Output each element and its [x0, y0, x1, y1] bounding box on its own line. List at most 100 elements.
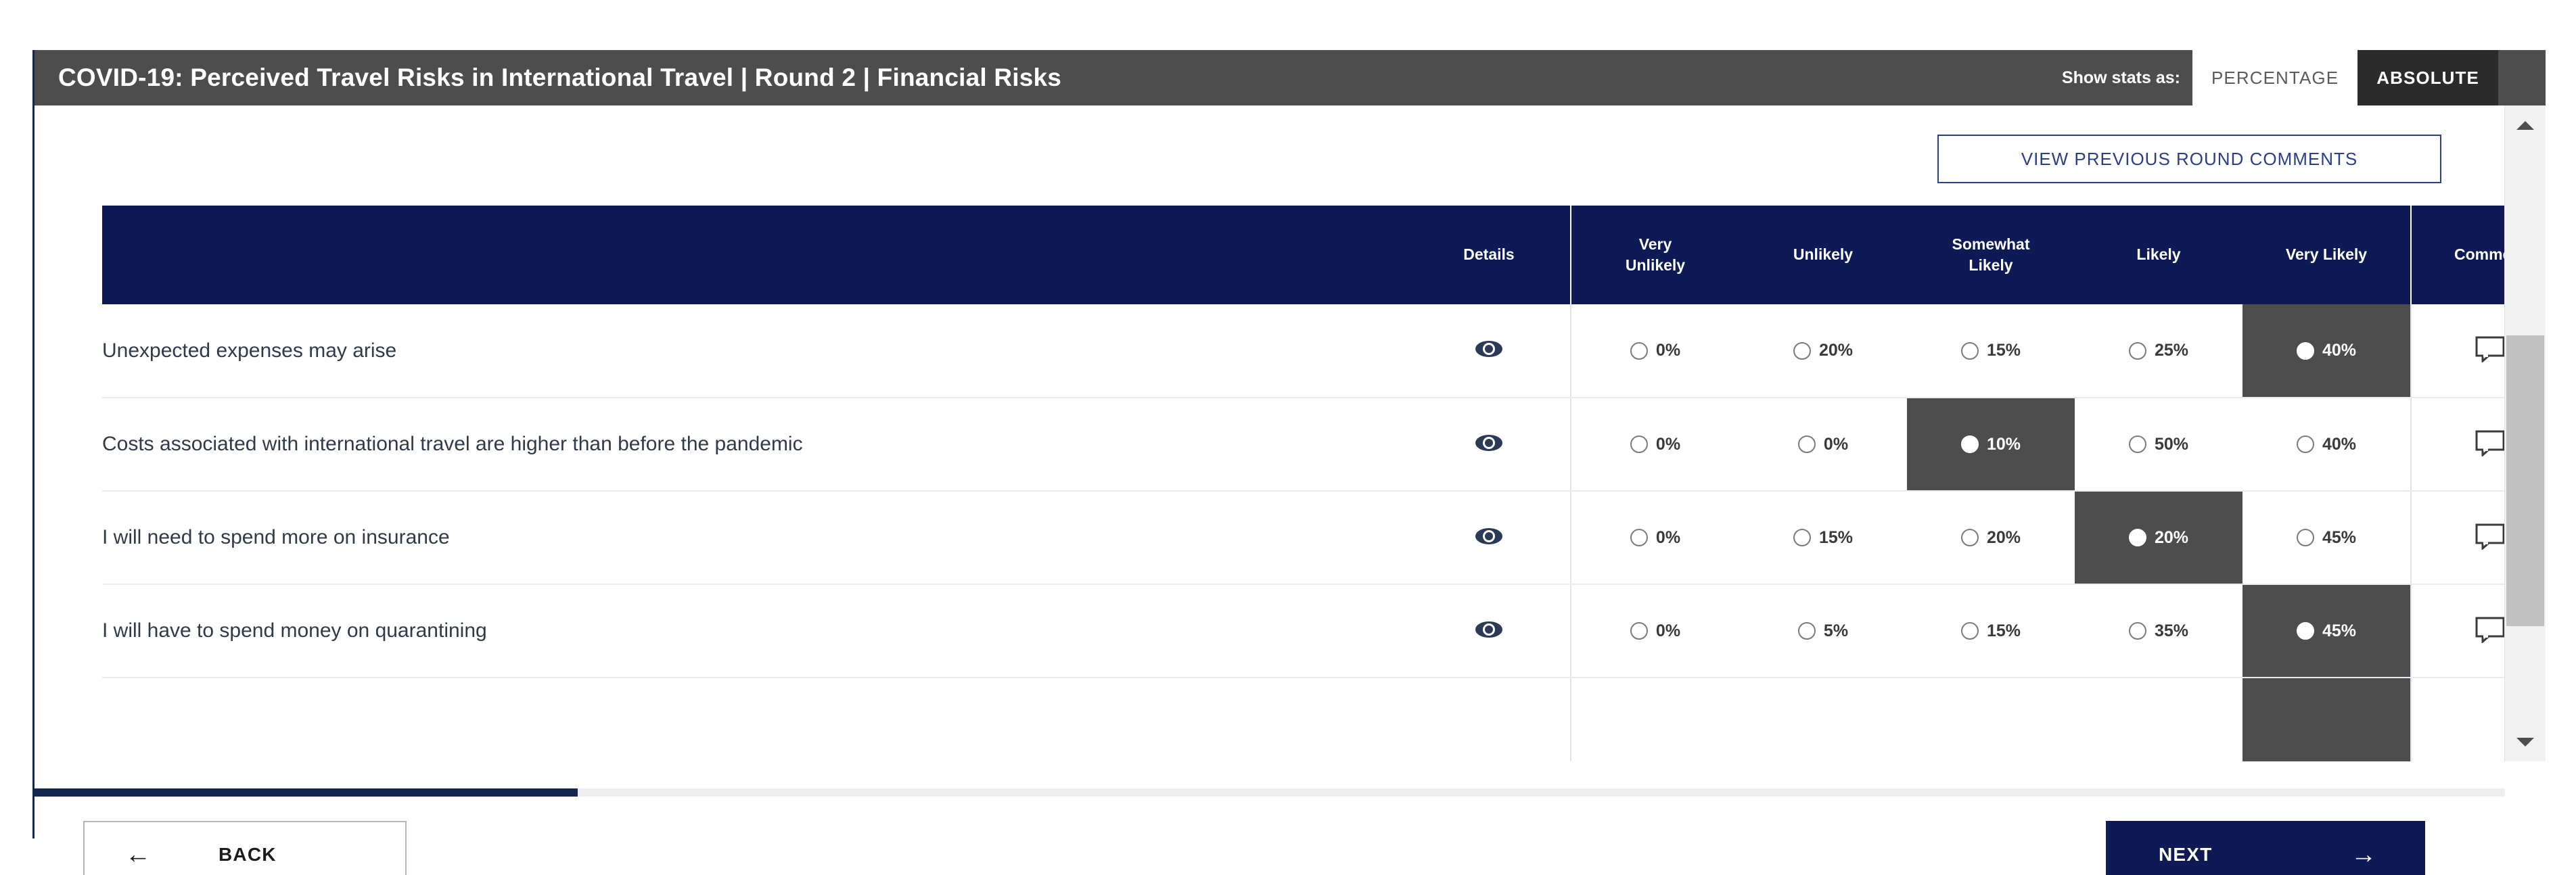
eye-icon[interactable]	[1474, 619, 1504, 640]
rating-option-cell[interactable]: 15%	[1739, 491, 1907, 585]
rating-option[interactable]: 0%	[1571, 341, 1739, 360]
radio-button[interactable]	[2128, 341, 2146, 360]
radio-button[interactable]	[1630, 529, 1648, 546]
vertical-scrollbar[interactable]	[2504, 105, 2546, 761]
radio-button[interactable]	[1630, 435, 1648, 453]
radio-button[interactable]	[1960, 435, 1979, 453]
radio-button[interactable]	[1630, 341, 1648, 360]
rating-option-cell[interactable]: 10%	[1907, 398, 2075, 492]
rating-option-cell[interactable]: 20%	[1739, 304, 1907, 398]
details-button[interactable]	[1408, 491, 1571, 585]
rating-option-cell[interactable]: 0%	[1571, 304, 1739, 398]
radio-button[interactable]	[1960, 529, 1979, 546]
rating-option-cell[interactable]: 0%	[1739, 398, 1907, 492]
rating-option[interactable]: 15%	[1739, 528, 1907, 548]
radio-button[interactable]	[1960, 622, 1979, 640]
scroll-down-button[interactable]	[2505, 722, 2546, 761]
rating-option[interactable]: 10%	[1907, 435, 2075, 454]
rating-option[interactable]: 15%	[1907, 621, 2075, 641]
details-button[interactable]	[1408, 584, 1571, 678]
details-button[interactable]	[1408, 398, 1571, 492]
row-statement: I will have to spend money on quarantini…	[102, 584, 1408, 678]
rating-option[interactable]: 5%	[1739, 621, 1907, 641]
rating-option-cell[interactable]: 5%	[1739, 584, 1907, 678]
comment-bubble-icon[interactable]	[2475, 335, 2505, 364]
eye-icon[interactable]	[1474, 526, 1504, 546]
rating-option-cell[interactable]	[2075, 678, 2242, 761]
rating-option[interactable]: 0%	[1571, 435, 1739, 454]
radio-button[interactable]	[2296, 341, 2314, 360]
rating-option[interactable]: 40%	[2242, 341, 2410, 360]
toggle-percentage-button[interactable]: PERCENTAGE	[2192, 50, 2358, 105]
rating-option-cell[interactable]: 45%	[2242, 584, 2411, 678]
rating-option-cell[interactable]	[1571, 678, 1739, 761]
comment-button[interactable]	[2410, 304, 2505, 398]
radio-button[interactable]	[1630, 622, 1648, 640]
rating-option[interactable]: 45%	[2242, 621, 2410, 641]
scale-label-line2: Likely	[1969, 256, 2013, 274]
rating-option-cell[interactable]: 15%	[1907, 304, 2075, 398]
rating-option-cell[interactable]	[1907, 678, 2075, 761]
comment-bubble-icon	[2475, 430, 2505, 457]
rating-option-cell[interactable]: 40%	[2242, 304, 2411, 398]
rating-option-cell[interactable]: 40%	[2242, 398, 2411, 492]
comment-button[interactable]	[2410, 678, 2505, 761]
details-button[interactable]	[1408, 304, 1571, 398]
eye-icon[interactable]	[1474, 339, 1504, 359]
comment-bubble-icon[interactable]	[2475, 616, 2505, 644]
radio-button[interactable]	[2296, 529, 2314, 546]
eye-icon[interactable]	[1474, 433, 1504, 453]
next-button[interactable]: NEXT →	[2106, 821, 2425, 875]
scale-label-line1: Very Likely	[2285, 245, 2368, 264]
rating-option-cell[interactable]	[2242, 678, 2411, 761]
comment-button[interactable]	[2410, 398, 2505, 492]
rating-option[interactable]: 50%	[2075, 435, 2242, 454]
comment-bubble-icon[interactable]	[2475, 429, 2505, 457]
rating-option-cell[interactable]: 35%	[2075, 584, 2242, 678]
scale-label-line1: Very	[1638, 235, 1672, 253]
rating-option-cell[interactable]: 20%	[2075, 491, 2242, 585]
rating-option-cell[interactable]: 50%	[2075, 398, 2242, 492]
rating-option[interactable]: 0%	[1739, 435, 1907, 454]
rating-option-cell[interactable]: 0%	[1571, 491, 1739, 585]
back-button[interactable]: ← BACK	[83, 821, 407, 875]
rating-option-cell[interactable]: 25%	[2075, 304, 2242, 398]
rating-option-cell[interactable]: 20%	[1907, 491, 2075, 585]
radio-button[interactable]	[1797, 435, 1816, 453]
radio-button[interactable]	[2128, 529, 2146, 546]
comment-bubble-icon[interactable]	[2475, 523, 2505, 550]
comment-button[interactable]	[2410, 584, 2505, 678]
details-button[interactable]	[1408, 678, 1571, 761]
rating-option-cell[interactable]: 0%	[1571, 398, 1739, 492]
rating-option-cell[interactable]	[1739, 678, 1907, 761]
radio-button[interactable]	[1793, 341, 1811, 360]
rating-option[interactable]: 20%	[2075, 528, 2242, 548]
scroll-up-button[interactable]	[2505, 105, 2546, 145]
rating-option[interactable]: 20%	[1739, 341, 1907, 360]
scale-label-line1: Likely	[2136, 245, 2181, 264]
toggle-absolute-button[interactable]: ABSOLUTE	[2358, 50, 2498, 105]
radio-button[interactable]	[2128, 622, 2146, 640]
radio-button[interactable]	[1793, 529, 1811, 546]
table-row: Costs associated with international trav…	[102, 398, 2505, 492]
radio-button[interactable]	[2296, 435, 2314, 453]
radio-button[interactable]	[1797, 622, 1816, 640]
rating-option[interactable]: 0%	[1571, 528, 1739, 548]
view-previous-round-comments-button[interactable]: VIEW PREVIOUS ROUND COMMENTS	[1937, 135, 2441, 183]
rating-option-cell[interactable]: 0%	[1571, 584, 1739, 678]
rating-option[interactable]: 20%	[1907, 528, 2075, 548]
rating-option[interactable]: 15%	[1907, 341, 2075, 360]
rating-option-cell[interactable]: 15%	[1907, 584, 2075, 678]
row-statement: Unexpected expenses may arise	[102, 304, 1408, 398]
radio-button[interactable]	[2296, 622, 2314, 640]
radio-button[interactable]	[1960, 341, 1979, 360]
rating-option[interactable]: 40%	[2242, 435, 2410, 454]
rating-option[interactable]: 25%	[2075, 341, 2242, 360]
rating-option-cell[interactable]: 45%	[2242, 491, 2411, 585]
radio-button[interactable]	[2128, 435, 2146, 453]
comment-button[interactable]	[2410, 491, 2505, 585]
rating-option[interactable]: 35%	[2075, 621, 2242, 641]
rating-option[interactable]: 0%	[1571, 621, 1739, 641]
rating-option[interactable]: 45%	[2242, 528, 2410, 548]
scrollbar-thumb[interactable]	[2506, 335, 2544, 626]
